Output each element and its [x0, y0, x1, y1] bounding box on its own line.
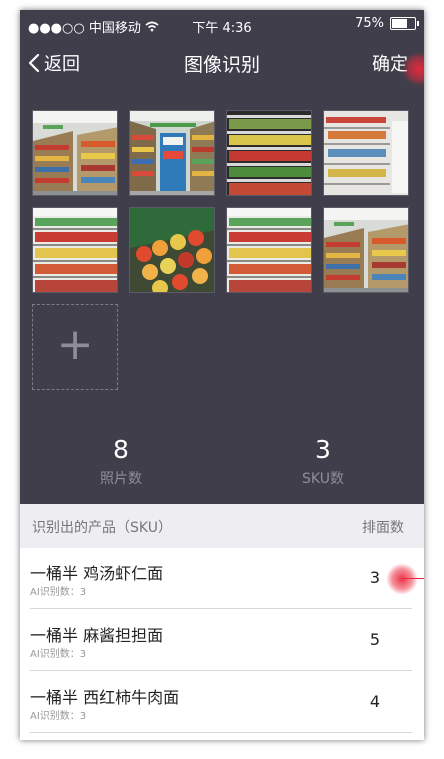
divider: [30, 670, 412, 671]
battery-percent: 75%: [355, 16, 384, 31]
product-name: 一桶半 鸡汤虾仁面: [30, 564, 164, 583]
photo-count-stat: 8 照片数: [20, 435, 222, 488]
photo-thumbnail[interactable]: [32, 110, 118, 196]
list-item[interactable]: 一桶半 西红柿牛肉面 AI识别数：3 4: [20, 672, 424, 733]
ai-count-label: AI识别数：3: [30, 587, 87, 598]
touch-indicator: [386, 563, 418, 595]
phone-screen: ●●●○○ 中国移动 下午 4:36 75% 返回 图像识别 确定 + 8 照片…: [20, 10, 424, 740]
sku-list-header: 识别出的产品（SKU） 排面数: [20, 504, 424, 548]
photo-thumbnail[interactable]: [323, 110, 409, 196]
product-name: 一桶半 麻酱担担面: [30, 626, 164, 645]
facing-count[interactable]: 4: [370, 692, 380, 711]
photo-count-label: 照片数: [100, 471, 142, 487]
battery-icon: [390, 17, 419, 30]
photo-thumbnail[interactable]: [129, 207, 215, 293]
plus-icon: +: [56, 319, 94, 370]
product-name: 一桶半 西红柿牛肉面: [30, 688, 180, 707]
facing-header-label: 排面数: [362, 520, 404, 536]
sku-count-value: 3: [315, 435, 331, 464]
divider: [30, 608, 412, 609]
photo-thumbnail[interactable]: [323, 207, 409, 293]
touch-indicator-line: [402, 578, 424, 579]
photo-thumbnail[interactable]: [226, 110, 312, 196]
facing-count[interactable]: 5: [370, 630, 380, 649]
status-battery: 75%: [355, 16, 419, 31]
photo-count-value: 8: [113, 435, 129, 464]
photo-thumbnail[interactable]: [129, 110, 215, 196]
sku-header-label: 识别出的产品（SKU）: [32, 520, 172, 536]
ai-count-label: AI识别数：3: [30, 711, 87, 722]
photo-thumbnail[interactable]: [32, 207, 118, 293]
sku-count-stat: 3 SKU数: [222, 435, 424, 488]
status-bar: ●●●○○ 中国移动 下午 4:36 75%: [20, 10, 424, 40]
page-title: 图像识别: [183, 54, 260, 76]
stats-panel: 8 照片数 3 SKU数: [20, 435, 424, 495]
divider: [30, 732, 412, 733]
facing-count[interactable]: 3: [370, 568, 380, 587]
sku-list: 一桶半 鸡汤虾仁面 AI识别数：3 3 一桶半 麻酱担担面 AI识别数：3 5 …: [20, 548, 424, 740]
list-item[interactable]: 一桶半 麻酱担担面 AI识别数：3 5: [20, 610, 424, 671]
list-item[interactable]: 一桶半 鸡汤虾仁面 AI识别数：3 3: [20, 548, 424, 609]
ai-count-label: AI识别数：3: [30, 649, 87, 660]
add-photo-button[interactable]: +: [32, 304, 118, 390]
sku-count-label: SKU数: [302, 471, 344, 487]
nav-bar: 返回 图像识别 确定: [20, 40, 424, 86]
photo-thumbnail[interactable]: [226, 207, 312, 293]
